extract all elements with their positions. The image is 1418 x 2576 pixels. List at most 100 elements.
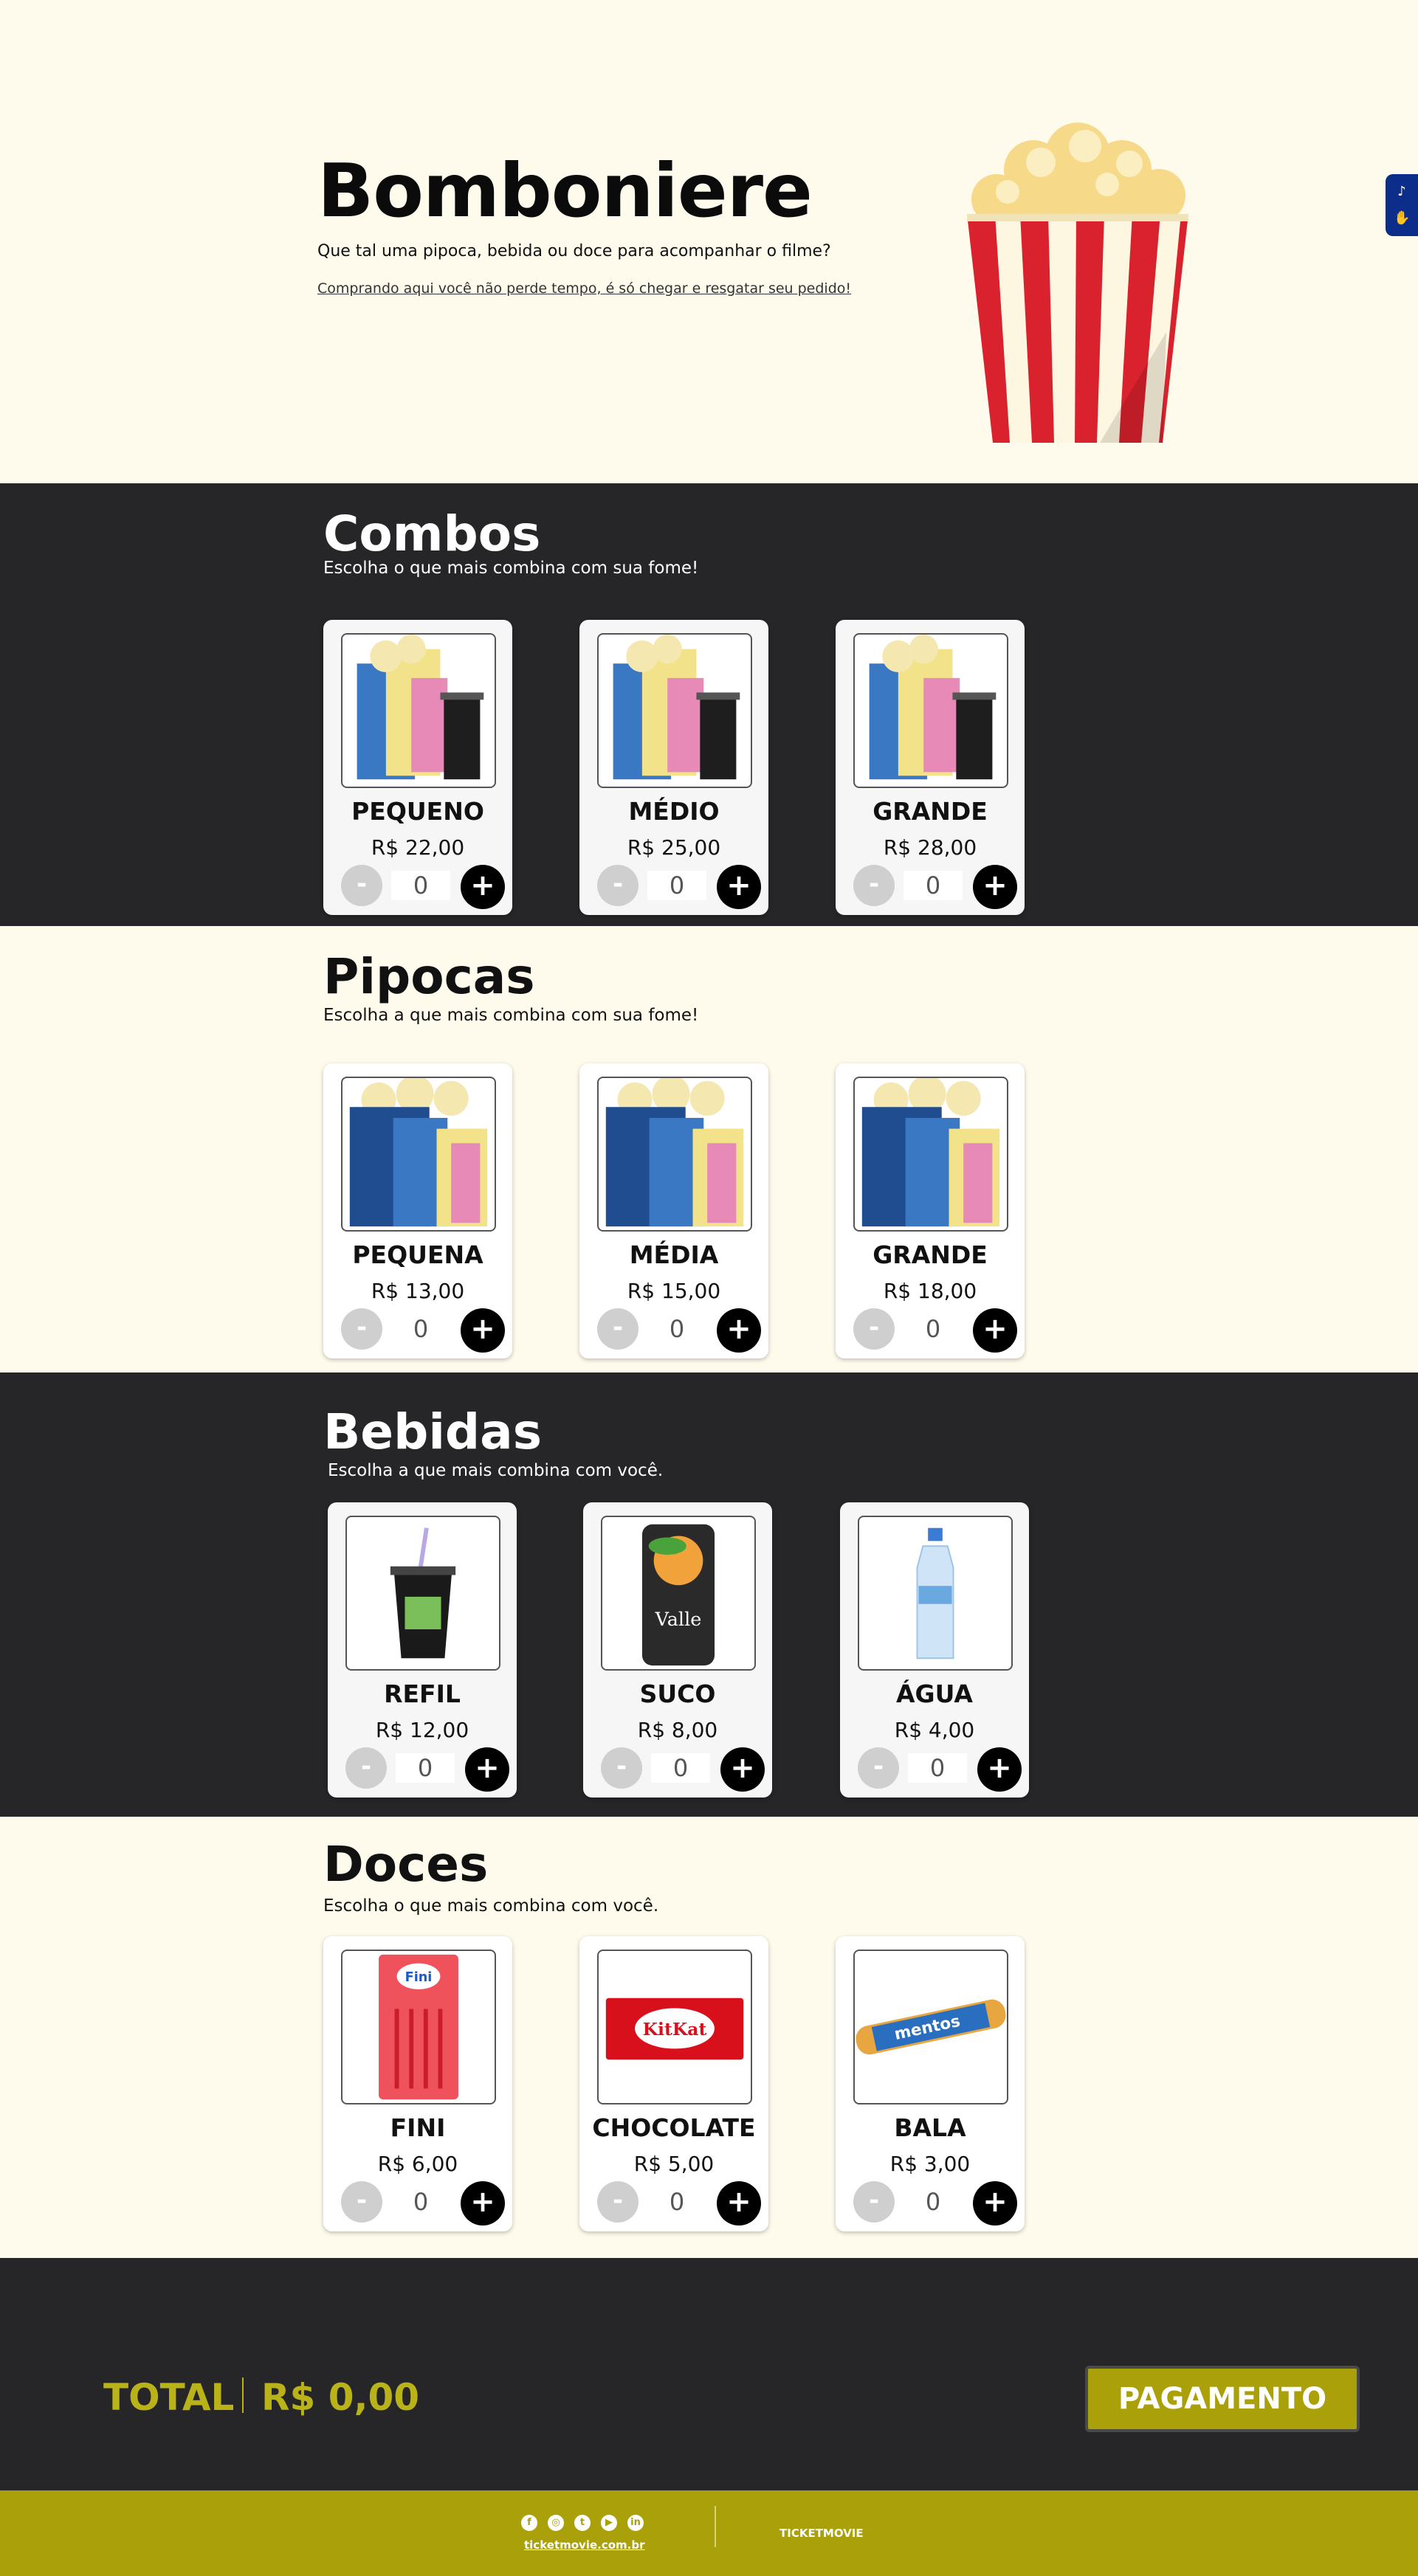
hand-sign-icon[interactable]: ✋ (1394, 210, 1410, 227)
product-name: FINI (390, 2113, 446, 2142)
product-price: R$ 22,00 (371, 835, 465, 860)
hero-info-link[interactable]: Comprando aqui você não perde tempo, é s… (317, 280, 851, 297)
youtube-icon[interactable]: ▶ (601, 2515, 617, 2531)
combo-image (597, 633, 752, 788)
quantity-field[interactable]: 0 (647, 1314, 706, 1344)
decrease-button[interactable]: - (853, 2181, 895, 2223)
product-card: GRANDE R$ 28,00 - 0 + (836, 620, 1025, 915)
increase-button[interactable]: + (717, 865, 761, 909)
payment-button[interactable]: PAGAMENTO (1085, 2366, 1360, 2432)
product-price: R$ 12,00 (375, 1718, 469, 1742)
section-title: Pipocas (323, 948, 535, 1005)
quantity-field[interactable]: 0 (391, 1314, 450, 1344)
product-name: MÉDIA (629, 1240, 719, 1269)
quantity-field[interactable]: 0 (647, 871, 706, 900)
water-bottle-image (858, 1516, 1013, 1671)
increase-button[interactable]: + (717, 2181, 761, 2225)
product-price: R$ 6,00 (377, 2152, 458, 2176)
decrease-button[interactable]: - (597, 2181, 639, 2223)
quantity-field[interactable]: 0 (391, 2187, 450, 2217)
decrease-button[interactable]: - (601, 1747, 642, 1789)
audio-icon[interactable]: ♪ (1394, 184, 1410, 200)
product-price: R$ 8,00 (637, 1718, 718, 1742)
section-title: Doces (323, 1836, 489, 1893)
product-card: ÁGUA R$ 4,00 - 0 + (840, 1502, 1029, 1798)
product-price: R$ 28,00 (883, 835, 977, 860)
product-card: MÉDIA R$ 15,00 - 0 + (579, 1063, 768, 1358)
popcorn-image (341, 1077, 496, 1232)
doces-section: Doces Escolha o que mais combina com voc… (0, 1817, 1418, 2258)
increase-button[interactable]: + (973, 865, 1017, 909)
decrease-button[interactable]: - (597, 865, 639, 906)
site-link[interactable]: ticketmovie.com.br (524, 2538, 645, 2552)
quantity-field[interactable]: 0 (908, 1753, 967, 1783)
increase-button[interactable]: + (461, 865, 505, 909)
mentos-image: mentos (853, 1950, 1008, 2104)
decrease-button[interactable]: - (341, 1308, 382, 1350)
section-subtitle: Escolha o que mais combina com você. (323, 1896, 659, 1916)
section-subtitle: Escolha o que mais combina com sua fome! (323, 559, 699, 578)
juice-can-image: Valle (601, 1516, 756, 1671)
twitter-icon[interactable]: t (574, 2515, 591, 2531)
decrease-button[interactable]: - (597, 1308, 639, 1350)
increase-button[interactable]: + (717, 1308, 761, 1353)
product-price: R$ 3,00 (889, 2152, 971, 2176)
quantity-field[interactable]: 0 (904, 871, 963, 900)
hero-subtitle: Que tal uma pipoca, bebida ou doce para … (317, 242, 831, 260)
product-card: mentos BALA R$ 3,00 - 0 + (836, 1936, 1025, 2231)
decrease-button[interactable]: - (341, 865, 382, 906)
quantity-field[interactable]: 0 (904, 2187, 963, 2217)
accessibility-widget[interactable]: ♪ ✋ (1386, 174, 1418, 236)
decrease-button[interactable]: - (853, 865, 895, 906)
facebook-icon[interactable]: f (521, 2515, 537, 2531)
decrease-button[interactable]: - (341, 2181, 382, 2223)
increase-button[interactable]: + (465, 1747, 509, 1792)
product-name: GRANDE (873, 797, 988, 826)
total-label: TOTAL (103, 2376, 235, 2419)
product-name: CHOCOLATE (592, 2113, 756, 2142)
section-subtitle: Escolha a que mais combina com sua fome! (323, 1006, 699, 1025)
product-card: MÉDIO R$ 25,00 - 0 + (579, 620, 768, 915)
page-title: Bomboniere (317, 148, 813, 234)
decrease-button[interactable]: - (853, 1308, 895, 1350)
increase-button[interactable]: + (977, 1747, 1022, 1792)
product-card: PEQUENA R$ 13,00 - 0 + (323, 1063, 512, 1358)
quantity-field[interactable]: 0 (904, 1314, 963, 1344)
quantity-field[interactable]: 0 (396, 1753, 455, 1783)
product-price: R$ 5,00 (633, 2152, 715, 2176)
pack-label: Fini (405, 1970, 433, 1985)
linkedin-icon[interactable]: in (627, 2515, 644, 2531)
product-card: Fini FINI R$ 6,00 - 0 + (323, 1936, 512, 2231)
refil-cup-image (345, 1516, 500, 1671)
increase-button[interactable]: + (973, 1308, 1017, 1353)
combos-section: Combos Escolha o que mais combina com su… (0, 483, 1418, 926)
product-price: R$ 13,00 (371, 1279, 465, 1303)
section-title: Combos (323, 505, 541, 562)
quantity-field[interactable]: 0 (391, 871, 450, 900)
instagram-icon[interactable]: ◎ (548, 2515, 564, 2531)
combo-image (853, 633, 1008, 788)
popcorn-bucket-icon (967, 122, 1188, 443)
product-price: R$ 18,00 (883, 1279, 977, 1303)
quantity-field[interactable]: 0 (651, 1753, 710, 1783)
decrease-button[interactable]: - (345, 1747, 387, 1789)
product-name: GRANDE (873, 1240, 988, 1269)
popcorn-image (853, 1077, 1008, 1232)
increase-button[interactable]: + (461, 1308, 505, 1353)
hero-section: Bomboniere Que tal uma pipoca, bebida ou… (0, 0, 1418, 483)
combo-image (341, 633, 496, 788)
increase-button[interactable]: + (461, 2181, 505, 2225)
quantity-field[interactable]: 0 (647, 2187, 706, 2217)
total-value: R$ 0,00 (261, 2376, 420, 2419)
product-name: MÉDIO (628, 797, 720, 826)
increase-button[interactable]: + (973, 2181, 1017, 2225)
fini-candy-image: Fini (341, 1950, 496, 2104)
social-links: f ◎ t ▶ in (521, 2515, 644, 2531)
product-name: SUCO (639, 1679, 716, 1708)
product-name: ÁGUA (896, 1679, 973, 1708)
product-card: KitKat CHOCOLATE R$ 5,00 - 0 + (579, 1936, 768, 2231)
decrease-button[interactable]: - (858, 1747, 899, 1789)
product-price: R$ 15,00 (627, 1279, 721, 1303)
can-label: Valle (655, 1609, 702, 1631)
increase-button[interactable]: + (720, 1747, 765, 1792)
